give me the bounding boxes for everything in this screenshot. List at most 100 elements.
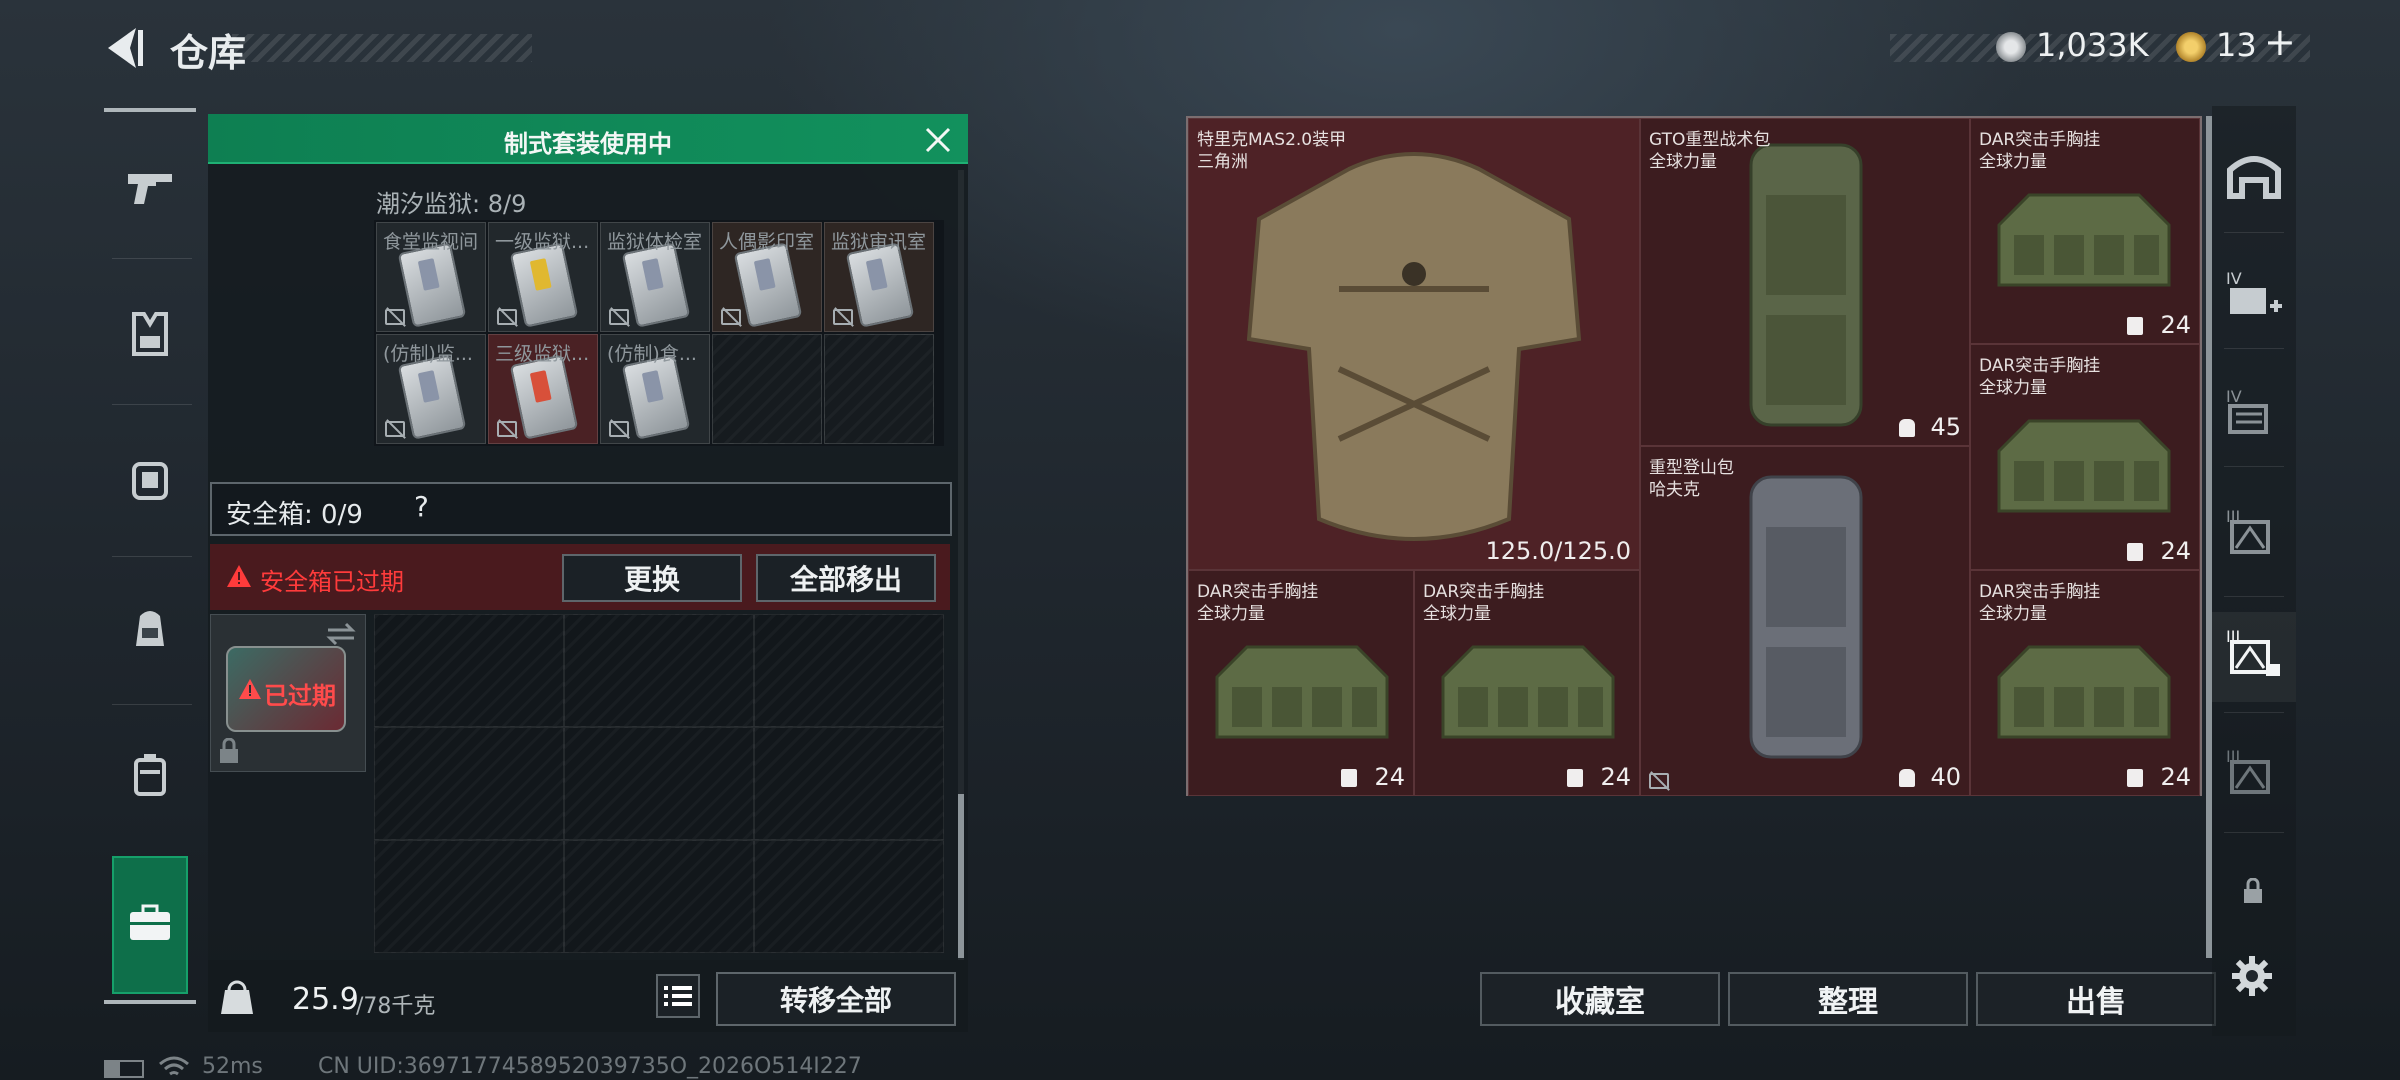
weapon-icon[interactable] (126, 170, 174, 208)
move-all-out-button[interactable]: 全部移出 (756, 554, 936, 602)
chest-rig-item[interactable]: DAR突击手胸挂 全球力量 24 (1188, 570, 1414, 796)
capacity-value: 40 (1930, 762, 1961, 791)
key-card-image (509, 242, 579, 328)
expired-badge: 已过期 (264, 682, 336, 710)
key-card-name: 监狱体检室 (607, 231, 703, 253)
item-brand: 三角洲 (1197, 152, 1248, 172)
key-card-slot[interactable]: 监狱审讯室 (824, 222, 934, 332)
warning-icon (239, 679, 261, 699)
help-button[interactable]: ? (414, 490, 429, 523)
ping-value: 52ms (202, 1054, 263, 1079)
safebox-grid (374, 614, 944, 954)
chest-rig-item[interactable]: DAR突击手胸挂 全球力量 24 (1970, 570, 2200, 796)
storage-tab-2-icon[interactable]: III (2222, 740, 2286, 804)
key-card-grid: 食堂监视间 一级监狱... 监狱体检室 人偶影印室 监狱审讯室 (仿制)监... 三级监狱.… (374, 220, 944, 446)
collection-room-button[interactable]: 收藏室 (1480, 972, 1720, 1026)
empty-slot (712, 334, 822, 444)
key-card-slot[interactable]: 一级监狱... (488, 222, 598, 332)
weight-value: 25.9 (292, 982, 359, 1017)
scrollbar-thumb[interactable] (958, 794, 964, 958)
item-brand: 全球力量 (1979, 152, 2047, 172)
inventory-grid: 特里克MAS2.0装甲 三角洲 125.0/125.0 GTO重型战术包 全球力量 45 D… (1186, 116, 2202, 796)
chest-rig-item[interactable]: DAR突击手胸挂 全球力量 24 (1970, 344, 2200, 570)
unbound-icon (1649, 772, 1669, 789)
backpack-icon[interactable] (130, 606, 170, 650)
item-brand: 全球力量 (1649, 152, 1717, 172)
safebox-cell[interactable] (754, 727, 944, 840)
safebox-cell[interactable] (374, 840, 564, 953)
capacity-value: 24 (2160, 537, 2191, 565)
unbound-icon (497, 309, 517, 325)
storage-tab-4-icon[interactable]: IV (2222, 380, 2286, 444)
capacity-value: 24 (1600, 763, 1631, 791)
section-label: 潮汐监狱: 8/9 (376, 190, 527, 218)
close-icon[interactable] (924, 126, 952, 154)
warning-icon (227, 565, 251, 587)
organize-button[interactable]: 整理 (1728, 972, 1968, 1026)
title-decoration (232, 34, 532, 62)
key-card-slot[interactable]: (仿制)监... (376, 334, 486, 444)
armor-vest-icon[interactable] (130, 312, 170, 356)
key-card-name: (仿制)食... (607, 343, 697, 365)
key-card-slot[interactable]: (仿制)食... (600, 334, 710, 444)
transfer-all-button[interactable]: 转移全部 (716, 972, 956, 1026)
key-card-slot[interactable]: 监狱体检室 (600, 222, 710, 332)
safebox-cell[interactable] (754, 840, 944, 953)
safebox-cell[interactable] (564, 614, 754, 727)
key-card-slot[interactable]: 人偶影印室 (712, 222, 822, 332)
list-view-button[interactable] (656, 974, 700, 1018)
storage-tab-3-icon[interactable]: III (2222, 500, 2286, 564)
safebox-storage-icon[interactable]: III (2222, 620, 2286, 684)
safebox-cell[interactable] (564, 840, 754, 953)
battery-icon (104, 1060, 144, 1078)
gold-coin-icon (2176, 32, 2206, 62)
armor-item[interactable]: 特里克MAS2.0装甲 三角洲 125.0/125.0 (1188, 118, 1640, 570)
chest-rig-image (1989, 175, 2179, 305)
expand-storage-icon[interactable]: IV (2222, 262, 2286, 326)
backpack-item[interactable]: 重型登山包 哈夫克 40 (1640, 445, 1970, 796)
empty-slot (824, 334, 934, 444)
key-card-image (621, 354, 691, 440)
chest-rig-image (1207, 627, 1397, 757)
key-card-image (397, 242, 467, 328)
safebox-cell[interactable] (374, 614, 564, 727)
key-card-name: 三级监狱... (495, 343, 590, 365)
backpack-capacity-icon (1899, 418, 1915, 437)
chest-rig-item[interactable]: DAR突击手胸挂 全球力量 24 (1970, 118, 2200, 344)
tactical-backpack-image (1731, 135, 1881, 435)
back-arrow-icon[interactable] (100, 24, 146, 72)
key-card-name: 人偶影印室 (719, 231, 815, 253)
item-brand: 哈夫克 (1649, 479, 1700, 500)
rig-capacity-icon (2127, 317, 2143, 335)
chest-rig-item[interactable]: DAR突击手胸挂 全球力量 24 (1414, 570, 1640, 796)
wifi-icon (159, 1056, 189, 1076)
weight-icon (221, 980, 253, 1014)
pouch-icon[interactable] (130, 752, 170, 796)
unbound-icon (497, 421, 517, 437)
add-currency-button[interactable]: + (2264, 20, 2296, 64)
key-card-slot[interactable]: 食堂监视间 (376, 222, 486, 332)
unbound-icon (385, 309, 405, 325)
rig-icon[interactable] (130, 458, 170, 502)
backpack-capacity-icon (1899, 768, 1915, 787)
item-brand: 全球力量 (1979, 378, 2047, 398)
sell-button[interactable]: 出售 (1976, 972, 2216, 1026)
item-brand: 全球力量 (1423, 604, 1491, 624)
warehouse-icon[interactable] (2222, 146, 2286, 210)
safebox-cell[interactable] (374, 727, 564, 840)
key-card-slot[interactable]: 三级监狱... (488, 334, 598, 444)
safebox-cell[interactable] (564, 727, 754, 840)
replace-button[interactable]: 更换 (562, 554, 742, 602)
backpack-item[interactable]: GTO重型战术包 全球力量 45 (1640, 118, 1970, 446)
mountain-backpack-image (1731, 467, 1881, 767)
expired-warning: 安全箱已过期 (260, 568, 404, 596)
safebox-cell[interactable] (754, 614, 944, 727)
capacity-value: 24 (1374, 763, 1405, 791)
key-card-name: 一级监狱... (495, 231, 590, 253)
settings-gear-icon[interactable] (2230, 954, 2274, 998)
swap-icon[interactable] (326, 622, 356, 646)
unbound-icon (833, 309, 853, 325)
kit-banner-label: 制式套装使用中 (504, 130, 672, 158)
locked-tab-icon[interactable] (2242, 878, 2264, 904)
nav-active-bar (104, 1000, 196, 1004)
